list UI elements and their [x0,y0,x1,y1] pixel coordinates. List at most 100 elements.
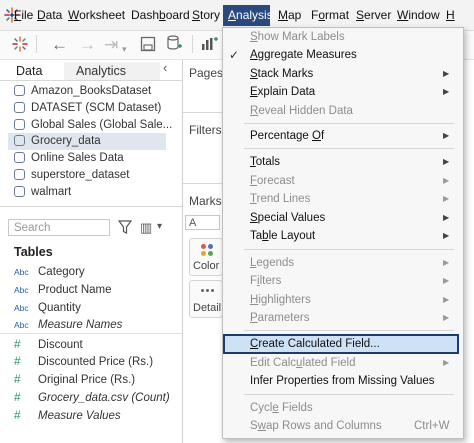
datasource-icon [14,85,25,96]
chevron-down-icon[interactable]: ▾ [157,221,162,232]
dimension-field[interactable]: Abc Category [14,263,85,281]
datasource-item[interactable]: Global Sales (Global Sale... [14,117,172,134]
string-type-icon: Abc [14,285,29,295]
measure-field[interactable]: # Discount [14,335,83,353]
submenu-arrow-icon: ▶ [443,87,450,96]
pane-border [182,60,183,443]
tableau-logo-icon[interactable] [11,35,29,53]
detail-dot-icon [206,289,209,292]
menu-server[interactable]: Server [356,8,391,22]
menu-help[interactable]: H [446,8,455,22]
menu-separator [244,394,454,395]
menu-item-forecast[interactable]: Forecast [250,174,295,188]
detail-button[interactable]: Detail [189,280,223,318]
menu-item-stack-marks[interactable]: Stack Marks [250,67,313,81]
menu-map[interactable]: Map [278,8,301,22]
datasource-icon [14,119,25,130]
save-icon[interactable] [140,36,156,52]
dimension-field[interactable]: Abc Measure Names [14,316,122,334]
tables-header: Tables [14,245,53,259]
menu-item-infer-properties[interactable]: Infer Properties from Missing Values [250,374,435,388]
datasource-icon [14,186,25,197]
datasource-item-selected[interactable]: Grocery_data [14,133,101,150]
pane-divider [0,206,182,207]
menu-item-show-mark-labels[interactable]: Show Mark Labels [250,30,345,44]
color-label: Color [193,260,220,272]
measure-field[interactable]: # Grocery_data.csv (Count) [14,388,170,406]
menu-item-explain-data[interactable]: Explain Data [250,85,315,99]
submenu-arrow-icon: ▶ [443,295,450,304]
menu-file[interactable]: File [14,8,33,22]
menu-item-trend-lines[interactable]: Trend Lines [250,192,310,206]
datasource-item[interactable]: Amazon_BooksDataset [14,83,151,100]
color-button[interactable]: Color [189,238,223,276]
detail-label: Detail [193,302,222,314]
toolbar-divider [192,35,193,53]
shelf-divider [183,112,223,113]
submenu-arrow-icon: ▶ [443,157,450,166]
menu-story[interactable]: Story [192,8,220,22]
measure-field[interactable]: # Original Price (Rs.) [14,370,135,388]
datasource-item[interactable]: Online Sales Data [14,150,124,167]
menu-item-percentage-of[interactable]: Percentage Of [250,129,324,143]
field-search-input[interactable]: Search [8,219,110,236]
new-datasource-icon[interactable] [166,34,182,52]
menu-item-legends[interactable]: Legends [250,256,294,270]
menu-item-create-calculated-field[interactable]: Create Calculated Field... [250,337,380,351]
submenu-arrow-icon: ▶ [443,258,450,267]
menu-separator [244,330,454,331]
datasource-item[interactable]: walmart [14,184,71,201]
submenu-arrow-icon: ▶ [443,131,450,140]
menu-item-parameters[interactable]: Parameters [250,311,309,325]
number-type-icon: # [14,390,21,404]
list-view-icon[interactable]: ▥ [140,220,152,236]
menu-dashboard[interactable]: Dashboard [131,8,190,22]
datasource-item[interactable]: DATASET (SCM Dataset) [14,100,161,117]
menu-analysis[interactable]: Analysis [228,8,273,22]
measure-field[interactable]: # Discounted Price (Rs.) [14,352,153,370]
replay-caret-icon[interactable]: ▾ [122,40,127,58]
menu-item-reveal-hidden-data[interactable]: Reveal Hidden Data [250,104,353,118]
menu-item-edit-calculated-field[interactable]: Edit Calculated Field [250,356,356,370]
shelf-divider [183,183,223,184]
swap-shortcut-label: Ctrl+W [414,420,450,432]
tab-data[interactable]: Data [4,62,62,80]
menu-item-totals[interactable]: Totals [250,155,280,169]
redo-icon[interactable]: → [79,36,96,54]
datasource-item[interactable]: superstore_dataset [14,167,129,184]
menu-item-special-values[interactable]: Special Values [250,211,325,225]
submenu-arrow-icon: ▶ [443,276,450,285]
measure-field[interactable]: # Measure Values [14,406,121,424]
datasource-icon [14,102,25,113]
pages-shelf-title: Pages [189,66,224,80]
submenu-arrow-icon: ▶ [443,213,450,222]
tab-analytics[interactable]: Analytics [64,62,160,80]
menu-window[interactable]: Window [397,8,440,22]
menu-item-filters[interactable]: Filters [250,274,281,288]
checkmark-icon: ✓ [229,48,240,62]
dimension-field[interactable]: Abc Quantity [14,299,81,317]
filter-icon[interactable] [118,219,132,235]
menu-worksheet[interactable]: Worksheet [68,8,125,22]
submenu-arrow-icon: ▶ [443,194,450,203]
menu-item-aggregate-measures[interactable]: Aggregate Measures [250,48,357,62]
menu-item-swap-rows-columns[interactable]: Swap Rows and Columns [250,419,382,433]
menu-item-table-layout[interactable]: Table Layout [250,229,315,243]
menu-data[interactable]: Data [37,8,62,22]
menu-separator [244,249,454,250]
menu-item-highlighters[interactable]: Highlighters [250,293,311,307]
menu-format[interactable]: Format [311,8,349,22]
menu-separator [244,123,454,124]
datasource-icon [14,169,25,180]
collapse-pane-icon[interactable]: ‹ [163,60,167,75]
submenu-arrow-icon: ▶ [443,69,450,78]
pane-divider [0,333,182,334]
replay-icon[interactable]: ⇥ [104,36,118,54]
dimension-field[interactable]: Abc Product Name [14,281,112,299]
string-type-icon: Abc [14,320,29,330]
mark-type-dropdown[interactable]: A [185,215,220,230]
datasource-icon [14,152,25,163]
new-worksheet-icon[interactable] [200,36,218,52]
undo-icon[interactable]: ← [51,36,68,54]
menu-item-cycle-fields[interactable]: Cycle Fields [250,401,313,415]
